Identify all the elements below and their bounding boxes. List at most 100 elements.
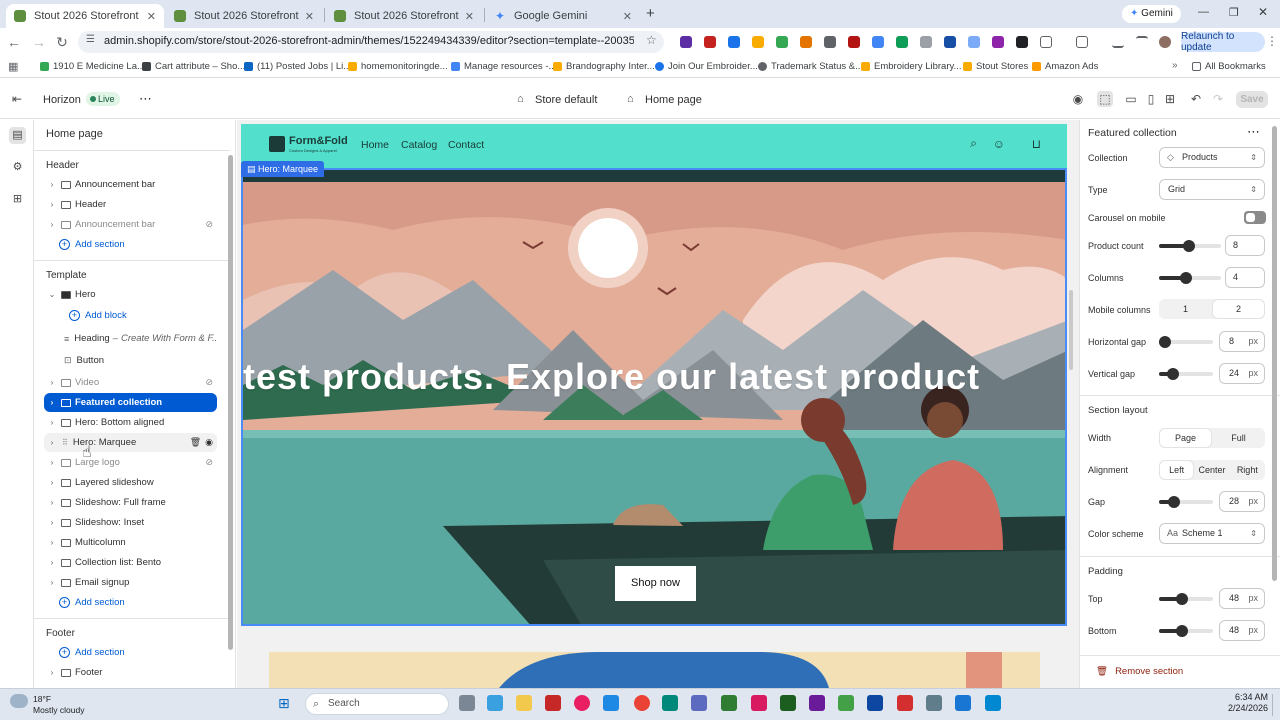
sidebar-item-featured-collection[interactable]: › Featured collection [44, 393, 217, 412]
next-section-preview[interactable] [269, 652, 1040, 688]
sections-icon[interactable]: ▤ [9, 127, 26, 144]
store-nav-contact[interactable]: Contact [448, 139, 484, 151]
bookmark-item[interactable]: Trademark Status &... [758, 61, 863, 72]
browser-tab-1[interactable]: Stout 2026 Storefront Admin · E ✕ [6, 4, 164, 28]
bookmark-item[interactable]: Stout Stores [963, 61, 1028, 72]
block-item-button[interactable]: ⊡ Button [64, 351, 217, 370]
width-option-page[interactable]: Page [1160, 429, 1211, 447]
redo-icon[interactable]: ↷ [1210, 91, 1226, 107]
sidebar-item-multicolumn[interactable]: › Multicolumn [44, 533, 217, 552]
bookmark-item[interactable]: Embroidery Library... [861, 61, 961, 72]
fullscreen-icon[interactable]: ⊞ [1162, 91, 1178, 107]
more-bookmarks-icon[interactable]: » [1172, 60, 1178, 71]
app-icon[interactable] [603, 695, 619, 711]
browser-tab-3[interactable]: Stout 2026 Storefront Admin · E ✕ [326, 4, 482, 28]
app-icon[interactable] [751, 695, 767, 711]
app-icon[interactable] [955, 695, 971, 711]
alignment-option-left[interactable]: Left [1160, 461, 1194, 479]
weather-cloud-icon[interactable] [10, 694, 28, 708]
browser-tab-2[interactable]: Stout 2026 Storefront Admin · E ✕ [166, 4, 322, 28]
browser-tab-4[interactable]: ✦ Google Gemini ✕ [486, 4, 640, 28]
sidebar-item-hero[interactable]: ⌄ Hero [44, 285, 217, 304]
width-option-full[interactable]: Full [1213, 429, 1264, 447]
sidebar-item-layered-slideshow[interactable]: › Layered slideshow [44, 473, 217, 492]
sidebar-item-email-signup[interactable]: › Email signup [44, 573, 217, 592]
app-icon[interactable] [838, 695, 854, 711]
filezilla-icon[interactable] [545, 695, 561, 711]
vertical-gap-input[interactable]: 24 px [1219, 363, 1265, 384]
desktop-preview-icon[interactable]: ▭ [1123, 91, 1139, 107]
carousel-toggle[interactable] [1244, 211, 1266, 224]
close-tab-icon[interactable]: ✕ [305, 10, 314, 23]
calculator-icon[interactable] [926, 695, 942, 711]
product-count-slider[interactable] [1159, 240, 1221, 252]
sidebar-item-large-logo[interactable]: › Large logo ⊘ [44, 453, 217, 472]
color-scheme-select[interactable]: Aa Scheme 1 ⇕ [1159, 523, 1265, 544]
restore-icon[interactable]: ❐ [1229, 6, 1239, 19]
all-bookmarks-folder[interactable]: All Bookmarks [1192, 61, 1266, 72]
padding-bottom-slider[interactable] [1159, 625, 1213, 637]
sidebar-item-slideshow-inset[interactable]: › Slideshow: Inset [44, 513, 217, 532]
extension-icon[interactable] [920, 36, 932, 48]
slider-handle[interactable] [1182, 240, 1195, 252]
columns-slider[interactable] [1159, 272, 1221, 284]
store-cart-icon[interactable]: ⊔ [1032, 137, 1041, 151]
profile-avatar[interactable] [1159, 36, 1171, 48]
site-info-icon[interactable]: ☰ [86, 34, 95, 45]
back-icon[interactable]: ← [5, 33, 23, 51]
add-block-button[interactable]: + Add block [69, 310, 127, 321]
reading-list-icon[interactable] [1136, 36, 1148, 48]
window-close-icon[interactable]: ✕ [1258, 5, 1268, 19]
tab-search-icon[interactable] [1076, 36, 1088, 48]
columns-input[interactable]: 4 [1225, 267, 1265, 288]
extensions-puzzle-icon[interactable] [1040, 36, 1052, 48]
drag-handle-icon[interactable]: ⠿ [62, 438, 68, 447]
new-tab-button[interactable]: + [646, 5, 655, 22]
bookmark-item[interactable]: Cart attribute – Sho... [142, 61, 245, 72]
alignment-option-right[interactable]: Right [1231, 461, 1264, 479]
chrome-icon[interactable] [634, 695, 650, 711]
app-icon[interactable] [721, 695, 737, 711]
browser-menu-icon[interactable]: ⋮ [1266, 34, 1278, 48]
slider-handle[interactable] [1175, 625, 1188, 637]
close-tab-icon[interactable]: ✕ [623, 10, 632, 23]
weather-desc[interactable]: Mostly cloudy [33, 705, 85, 715]
mobile-columns-option-1[interactable]: 1 [1160, 300, 1211, 318]
product-count-input[interactable]: 8 [1225, 235, 1265, 256]
app-icon[interactable] [662, 695, 678, 711]
settings-scrollbar[interactable] [1272, 126, 1277, 581]
sidebar-item-announcement-bar-hidden[interactable]: › Announcement bar ⊘ [44, 215, 217, 234]
mobile-columns-option-2[interactable]: 2 [1213, 300, 1264, 318]
shop-now-button[interactable]: Shop now [615, 566, 696, 601]
windows-start-icon[interactable]: ⊞ [278, 695, 295, 712]
vertical-gap-slider[interactable] [1159, 368, 1213, 380]
extension-icon[interactable] [680, 36, 692, 48]
apps-grid-icon[interactable]: ▦ [8, 60, 18, 73]
store-search-icon[interactable]: ⌕ [970, 136, 977, 151]
file-explorer-icon[interactable] [516, 695, 532, 711]
extension-icon[interactable] [896, 36, 908, 48]
slider-handle[interactable] [1168, 496, 1181, 508]
extension-icon[interactable] [800, 36, 812, 48]
copilot-icon[interactable] [487, 695, 503, 711]
slider-handle[interactable] [1175, 593, 1188, 605]
apps-icon[interactable]: ⊞ [9, 191, 26, 208]
weather-temp[interactable]: 18°F [33, 694, 51, 704]
hidden-eye-icon[interactable]: ⊘ [205, 457, 213, 468]
bookmark-item[interactable]: homemonitoringde... [348, 61, 448, 72]
forward-icon[interactable]: → [30, 33, 48, 51]
theme-actions-icon[interactable]: ⋯ [139, 91, 152, 107]
alignment-option-center[interactable]: Center [1195, 461, 1228, 479]
sidebar-item-hero-marquee[interactable]: › ⠿ Hero: Marquee 🗑 ◉ [44, 433, 217, 452]
block-item-heading[interactable]: ≡ Heading – Create With Form & F... [64, 329, 217, 348]
add-section-header-button[interactable]: + Add section [59, 239, 125, 250]
close-tab-icon[interactable]: ✕ [147, 10, 156, 23]
show-desktop-button[interactable] [1272, 694, 1276, 716]
taskbar-clock[interactable]: 6:34 AM 2/24/2026 [1214, 692, 1268, 714]
inspector-icon[interactable]: ⬚ [1097, 91, 1113, 107]
sidebar-item-hero-bottom-aligned[interactable]: › Hero: Bottom aligned [44, 413, 217, 432]
relaunch-button[interactable]: Relaunch to update [1181, 31, 1265, 53]
exit-editor-icon[interactable]: ⇤ [12, 92, 22, 106]
delete-icon[interactable]: 🗑 [190, 437, 201, 448]
store-selector[interactable]: Store default [535, 94, 597, 106]
